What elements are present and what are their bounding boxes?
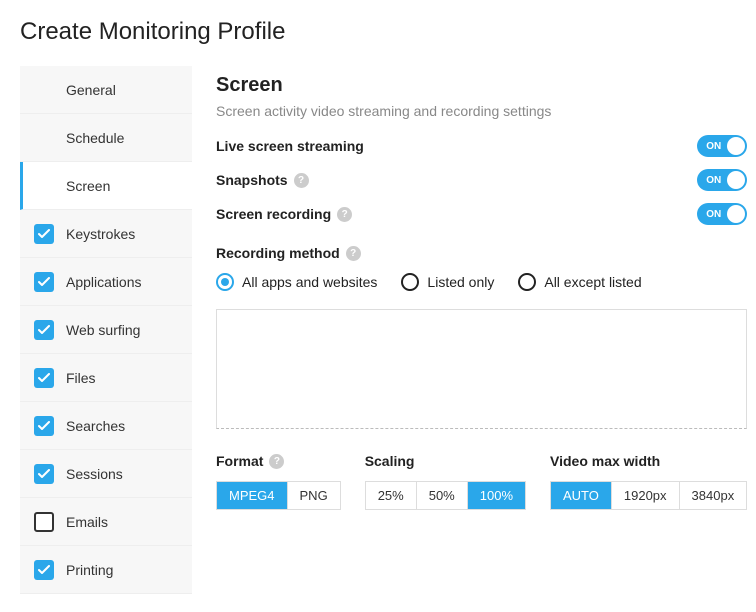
sidebar-item-general[interactable]: General [20,66,192,114]
content-heading: Screen [216,74,747,97]
checkbox-on-icon[interactable] [34,416,54,436]
video-max-width-label: Video max width [550,453,747,469]
radio-option[interactable]: All apps and websites [216,273,377,291]
sidebar-item-label: Web surfing [66,322,140,338]
radio-label: All except listed [544,274,641,290]
checkbox-off-icon[interactable] [34,512,54,532]
sidebar-item-label: Searches [66,418,125,434]
format-segmented: MPEG4PNG [216,481,341,510]
sidebar-item-label: Sessions [66,466,123,482]
scaling-segmented: 25%50%100% [365,481,526,510]
format-label: Format ? [216,453,341,469]
radio-selected-icon[interactable] [216,273,234,291]
segment-button[interactable]: 100% [468,482,525,509]
page-title: Create Monitoring Profile [20,18,736,46]
segment-button[interactable]: PNG [288,482,340,509]
sidebar-item-label: General [66,82,116,98]
sidebar-item-files[interactable]: Files [20,354,192,402]
help-icon[interactable]: ? [294,173,309,188]
sidebar-item-searches[interactable]: Searches [20,402,192,450]
segment-button[interactable]: 1920px [612,482,680,509]
sidebar-item-label: Applications [66,274,142,290]
checkbox-on-icon[interactable] [34,560,54,580]
toggle-label: Screen recording? [216,206,352,222]
sidebar-item-sessions[interactable]: Sessions [20,450,192,498]
radio-option[interactable]: Listed only [401,273,494,291]
content-panel: Screen Screen activity video streaming a… [216,66,747,594]
sidebar-item-label: Screen [66,178,110,194]
checkbox-on-icon[interactable] [34,368,54,388]
sidebar-item-emails[interactable]: Emails [20,498,192,546]
toggle-switch[interactable]: ON [697,203,747,225]
radio-icon[interactable] [518,273,536,291]
sidebar-item-label: Emails [66,514,108,530]
help-icon[interactable]: ? [346,246,361,261]
radio-option[interactable]: All except listed [518,273,641,291]
radio-label: Listed only [427,274,494,290]
toggle-switch[interactable]: ON [697,135,747,157]
checkbox-on-icon[interactable] [34,320,54,340]
checkbox-on-icon[interactable] [34,464,54,484]
segment-button[interactable]: 3840px [680,482,747,509]
checkbox-on-icon[interactable] [34,272,54,292]
segment-button[interactable]: AUTO [551,482,612,509]
recording-method-text: Recording method [216,245,340,261]
radio-icon[interactable] [401,273,419,291]
toggle-switch[interactable]: ON [697,169,747,191]
sidebar-item-applications[interactable]: Applications [20,258,192,306]
sidebar-item-schedule[interactable]: Schedule [20,114,192,162]
toggle-label: Snapshots? [216,172,309,188]
scaling-label: Scaling [365,453,526,469]
sidebar-item-label: Schedule [66,130,124,146]
toggle-row: Snapshots? ON [216,169,747,191]
sidebar-item-keystrokes[interactable]: Keystrokes [20,210,192,258]
sidebar-item-printing[interactable]: Printing [20,546,192,594]
radio-label: All apps and websites [242,274,377,290]
sidebar-item-label: Files [66,370,96,386]
segment-button[interactable]: MPEG4 [217,482,288,509]
recording-list-textarea[interactable] [216,309,747,429]
segment-button[interactable]: 25% [366,482,417,509]
video-max-width-segmented: AUTO1920px3840px [550,481,747,510]
segment-button[interactable]: 50% [417,482,468,509]
sidebar: General Schedule Screen Keystrokes Applicati… [20,66,192,594]
toggle-row: Screen recording? ON [216,203,747,225]
checkbox-on-icon[interactable] [34,224,54,244]
toggle-row: Live screen streaming ON [216,135,747,157]
toggle-label: Live screen streaming [216,138,364,154]
sidebar-item-label: Keystrokes [66,226,135,242]
recording-method-radios: All apps and websites Listed only All exce… [216,273,747,291]
sidebar-item-label: Printing [66,562,113,578]
content-subtitle: Screen activity video streaming and reco… [216,103,747,119]
help-icon[interactable]: ? [269,454,284,469]
recording-method-label: Recording method ? [216,245,747,261]
sidebar-item-web-surfing[interactable]: Web surfing [20,306,192,354]
help-icon[interactable]: ? [337,207,352,222]
sidebar-item-screen[interactable]: Screen [20,162,192,210]
